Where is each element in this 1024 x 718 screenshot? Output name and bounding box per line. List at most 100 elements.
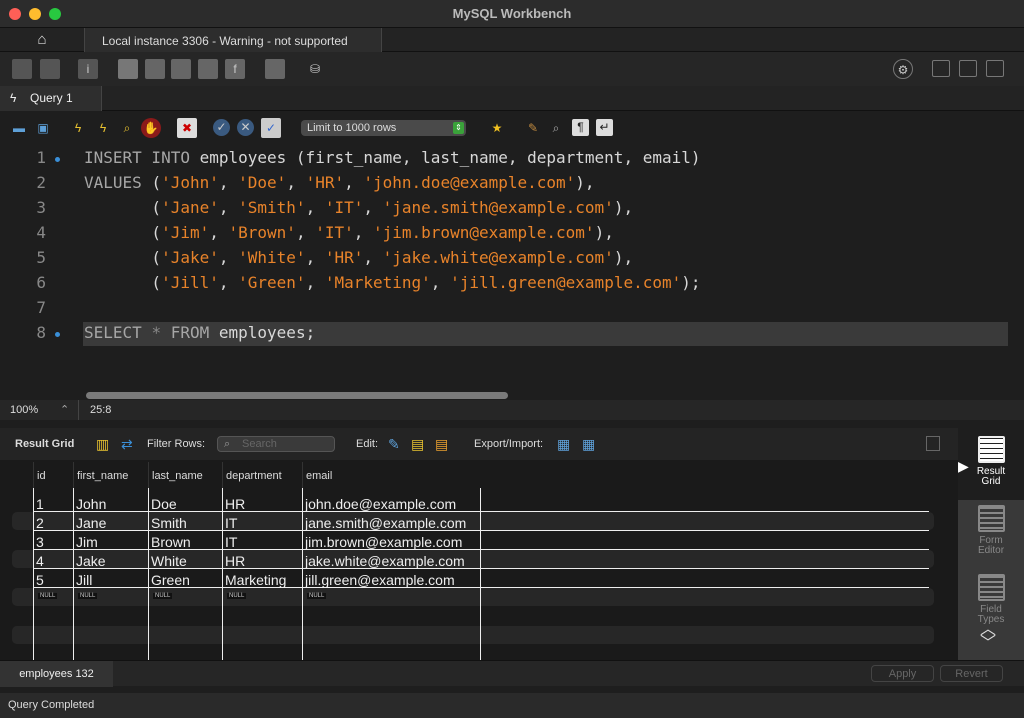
execute-current-statement-icon[interactable]: ϟ xyxy=(93,118,113,138)
cell-last_name[interactable]: White xyxy=(148,550,187,569)
commit-icon[interactable]: ✓ xyxy=(213,119,230,136)
open-sql-script-icon[interactable] xyxy=(40,59,60,79)
cell-last_name[interactable]: Doe xyxy=(148,493,177,512)
editor-horizontal-scrollbar[interactable] xyxy=(86,392,508,399)
cell-department[interactable]: IT xyxy=(222,531,237,550)
word-wrap-icon[interactable]: ↵ xyxy=(596,119,613,136)
delete-row-icon[interactable]: ▤ xyxy=(435,428,448,460)
cell-last_name[interactable]: Green xyxy=(148,569,190,588)
beautify-broom-icon[interactable]: ✎ xyxy=(523,118,543,138)
cell-department[interactable]: HR xyxy=(222,550,245,569)
toggle-output-icon[interactable] xyxy=(959,60,977,77)
cell-email[interactable]: jane.smith@example.com xyxy=(302,512,466,531)
table-row[interactable]: 2 Jane Smith IT jane.smith@example.com xyxy=(33,512,929,531)
reconnect-icon[interactable]: ⛁ xyxy=(305,59,325,79)
edit-label: Edit: xyxy=(356,438,379,450)
table-row[interactable]: 4 Jake White HR jake.white@example.com xyxy=(33,550,929,569)
cell-department[interactable]: IT xyxy=(222,512,237,531)
sql-editor[interactable]: 1 INSERT INTO employees (first_name, last… xyxy=(0,145,1024,580)
create-procedure-icon[interactable] xyxy=(198,59,218,79)
cell-id[interactable]: 4 xyxy=(33,550,44,569)
result-tab[interactable]: employees 132 xyxy=(0,661,113,687)
column-header-email[interactable]: email xyxy=(302,462,480,488)
column-header-first_name[interactable]: first_name xyxy=(73,462,148,488)
query-tab[interactable]: ϟ Query 1 xyxy=(0,86,102,111)
table-row[interactable]: 1 John Doe HR john.doe@example.com xyxy=(33,493,929,512)
null-placeholder[interactable]: NULL xyxy=(153,593,173,599)
cell-department[interactable]: HR xyxy=(222,493,245,512)
cell-last_name[interactable]: Smith xyxy=(148,512,187,531)
cell-id[interactable]: 5 xyxy=(33,569,44,588)
maximize-window-button[interactable] xyxy=(49,8,61,20)
cell-first_name[interactable]: Jake xyxy=(73,550,106,569)
code-token: , xyxy=(209,223,229,242)
rollback-icon[interactable]: ✕ xyxy=(237,119,254,136)
add-snippet-star-icon[interactable]: ★ xyxy=(487,118,507,138)
search-table-data-icon[interactable] xyxy=(265,59,285,79)
null-placeholder[interactable]: NULL xyxy=(78,593,98,599)
side-field-types[interactable]: Field Types xyxy=(958,574,1024,625)
limit-rows-select[interactable]: Limit to 1000 rows ⇕ xyxy=(301,120,466,136)
settings-gear-icon[interactable]: ⚙ xyxy=(893,59,913,79)
cell-first_name[interactable]: Jim xyxy=(73,531,98,550)
null-placeholder[interactable]: NULL xyxy=(307,593,327,599)
refresh-icon[interactable]: ⇄ xyxy=(121,428,133,460)
toggle-secondary-sidebar-icon[interactable] xyxy=(986,60,1004,77)
cell-department[interactable]: Marketing xyxy=(222,569,286,588)
stop-icon[interactable]: ✋ xyxy=(141,118,161,138)
toggle-sidebar-icon[interactable] xyxy=(932,60,950,77)
result-grid[interactable]: id first_name last_name department email 1 Joh… xyxy=(0,460,958,660)
null-placeholder[interactable]: NULL xyxy=(227,593,247,599)
open-folder-icon[interactable]: ▬ xyxy=(9,118,29,138)
null-placeholder[interactable]: NULL xyxy=(38,593,58,599)
cell-first_name[interactable]: Jane xyxy=(73,512,106,531)
import-icon[interactable]: ▦ xyxy=(582,428,595,460)
column-header-department[interactable]: department xyxy=(222,462,302,488)
cell-email[interactable]: jill.green@example.com xyxy=(302,569,455,588)
explain-icon[interactable]: ⌕ xyxy=(117,118,137,138)
schema-inspector-icon[interactable]: i xyxy=(78,59,98,79)
export-icon[interactable]: ▦ xyxy=(557,428,570,460)
connection-tab[interactable]: Local instance 3306 - Warning - not supp… xyxy=(84,28,382,52)
create-table-icon[interactable] xyxy=(145,59,165,79)
column-header-last_name[interactable]: last_name xyxy=(148,462,222,488)
home-icon[interactable]: ⌂ xyxy=(0,28,84,52)
toggle-stop-on-error-icon[interactable]: ✖ xyxy=(177,118,197,138)
close-window-button[interactable] xyxy=(9,8,21,20)
cell-id[interactable]: 3 xyxy=(33,531,44,550)
create-function-icon[interactable]: f xyxy=(225,59,245,79)
create-schema-icon[interactable] xyxy=(118,59,138,79)
table-row[interactable]: 5 Jill Green Marketing jill.green@example.co… xyxy=(33,569,929,588)
table-row[interactable]: 3 Jim Brown IT jim.brown@example.com xyxy=(33,531,929,550)
cell-email[interactable]: john.doe@example.com xyxy=(302,493,456,512)
cell-email[interactable]: jake.white@example.com xyxy=(302,550,465,569)
column-toggle-icon[interactable]: ▥ xyxy=(96,428,109,460)
scroll-chevrons-icon[interactable]: ︿ ﹀ xyxy=(980,622,996,652)
filter-search-input[interactable]: ⌕ Search xyxy=(217,436,335,452)
new-sql-tab-icon[interactable] xyxy=(12,59,32,79)
apply-button[interactable]: Apply xyxy=(871,665,934,682)
find-magnifier-icon[interactable]: ⌕ xyxy=(546,118,566,138)
cell-id[interactable]: 1 xyxy=(33,493,44,512)
add-row-icon[interactable]: ▤ xyxy=(411,428,424,460)
autocommit-icon[interactable]: ✓ xyxy=(261,118,281,138)
side-form-editor[interactable]: Form Editor xyxy=(958,505,1024,556)
cell-email[interactable]: jim.brown@example.com xyxy=(302,531,462,550)
cell-id[interactable]: 2 xyxy=(33,512,44,531)
wrap-cell-content-icon[interactable] xyxy=(926,436,940,451)
execute-lightning-icon[interactable]: ϟ xyxy=(68,118,88,138)
side-result-grid[interactable]: Result Grid xyxy=(958,436,1024,487)
column-header-id[interactable]: id xyxy=(33,462,73,488)
zoom-level[interactable]: 100% xyxy=(10,400,38,420)
zoom-stepper-icon[interactable]: ⌃ xyxy=(60,400,69,420)
cell-first_name[interactable]: Jill xyxy=(73,569,92,588)
code-token: ( xyxy=(84,248,162,267)
invisible-chars-icon[interactable]: ¶ xyxy=(572,119,589,136)
cell-first_name[interactable]: John xyxy=(73,493,106,512)
minimize-window-button[interactable] xyxy=(29,8,41,20)
create-view-icon[interactable] xyxy=(171,59,191,79)
revert-button[interactable]: Revert xyxy=(940,665,1003,682)
edit-row-icon[interactable]: ✎ xyxy=(388,428,400,460)
save-icon[interactable]: ▣ xyxy=(33,118,53,138)
cell-last_name[interactable]: Brown xyxy=(148,531,191,550)
